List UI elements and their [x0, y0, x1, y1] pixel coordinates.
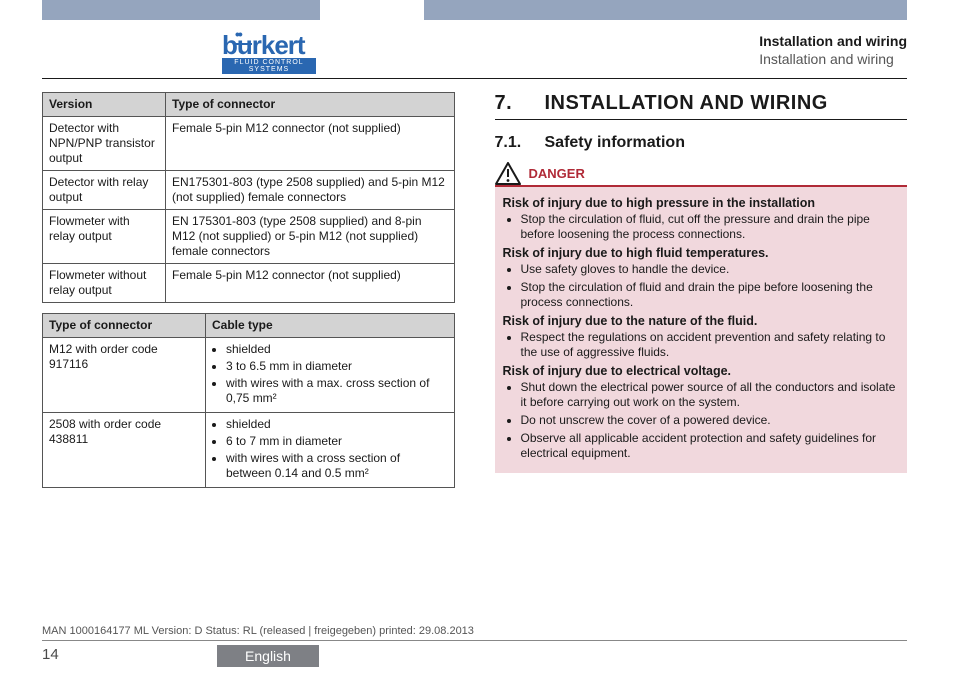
- table-header: Type of connector: [166, 93, 455, 117]
- table-row: Flowmeter with relay output EN 175301-80…: [43, 210, 455, 264]
- table-row: 2508 with order code 438811 shielded 6 t…: [43, 413, 455, 488]
- table-row: Flowmeter without relay output Female 5-…: [43, 264, 455, 303]
- left-column: Version Type of connector Detector with …: [42, 92, 455, 498]
- section-heading: 7.INSTALLATION AND WIRING: [495, 92, 908, 120]
- list-item: shielded: [226, 417, 448, 432]
- right-column: 7.INSTALLATION AND WIRING 7.1.Safety inf…: [495, 92, 908, 498]
- table-row: M12 with order code 917116 shielded 3 to…: [43, 338, 455, 413]
- footer-meta: MAN 1000164177 ML Version: D Status: RL …: [42, 625, 474, 637]
- list-item: with wires with a max. cross section of …: [226, 376, 448, 406]
- list-item: Stop the circulation of fluid and drain …: [521, 280, 900, 310]
- top-tab-right: [424, 0, 907, 20]
- risk-heading: Risk of injury due to high pressure in t…: [503, 196, 900, 210]
- risk-heading: Risk of injury due to electrical voltage…: [503, 364, 900, 378]
- danger-heading: DANGER: [495, 162, 908, 185]
- top-tab-left: [42, 0, 320, 20]
- list-item: Observe all applicable accident protecti…: [521, 431, 900, 461]
- breadcrumb: Installation and wiring Installation and…: [759, 32, 907, 68]
- table-row: Detector with relay output EN175301-803 …: [43, 171, 455, 210]
- breadcrumb-light: Installation and wiring: [759, 50, 907, 68]
- table-row: Detector with NPN/PNP transistor output …: [43, 117, 455, 171]
- warning-icon: [495, 162, 521, 185]
- list-item: Do not unscrew the cover of a powered de…: [521, 413, 900, 428]
- list-item: with wires with a cross section of betwe…: [226, 451, 448, 481]
- risk-heading: Risk of injury due to the nature of the …: [503, 314, 900, 328]
- subsection-heading: 7.1.Safety information: [495, 134, 908, 152]
- table-header: Type of connector: [43, 314, 206, 338]
- brand-logo: •• burkert FLUID CONTROL SYSTEMS: [222, 30, 316, 74]
- connector-table: Version Type of connector Detector with …: [42, 92, 455, 303]
- breadcrumb-bold: Installation and wiring: [759, 32, 907, 50]
- list-item: 6 to 7 mm in diameter: [226, 434, 448, 449]
- logo-text: •• burkert: [222, 30, 316, 61]
- list-item: Use safety gloves to handle the device.: [521, 262, 900, 277]
- page-header: •• burkert FLUID CONTROL SYSTEMS Install…: [42, 26, 907, 79]
- page-number: 14: [42, 646, 59, 663]
- cable-table: Type of connector Cable type M12 with or…: [42, 313, 455, 488]
- table-header: Cable type: [206, 314, 455, 338]
- list-item: Shut down the electrical power source of…: [521, 380, 900, 410]
- list-item: shielded: [226, 342, 448, 357]
- footer-divider: [42, 640, 907, 641]
- list-item: Respect the regulations on accident prev…: [521, 330, 900, 360]
- danger-box: Risk of injury due to high pressure in t…: [495, 185, 908, 473]
- language-badge: English: [217, 645, 319, 667]
- list-item: 3 to 6.5 mm in diameter: [226, 359, 448, 374]
- list-item: Stop the circulation of fluid, cut off t…: [521, 212, 900, 242]
- table-header: Version: [43, 93, 166, 117]
- danger-label: DANGER: [529, 166, 585, 181]
- risk-heading: Risk of injury due to high fluid tempera…: [503, 246, 900, 260]
